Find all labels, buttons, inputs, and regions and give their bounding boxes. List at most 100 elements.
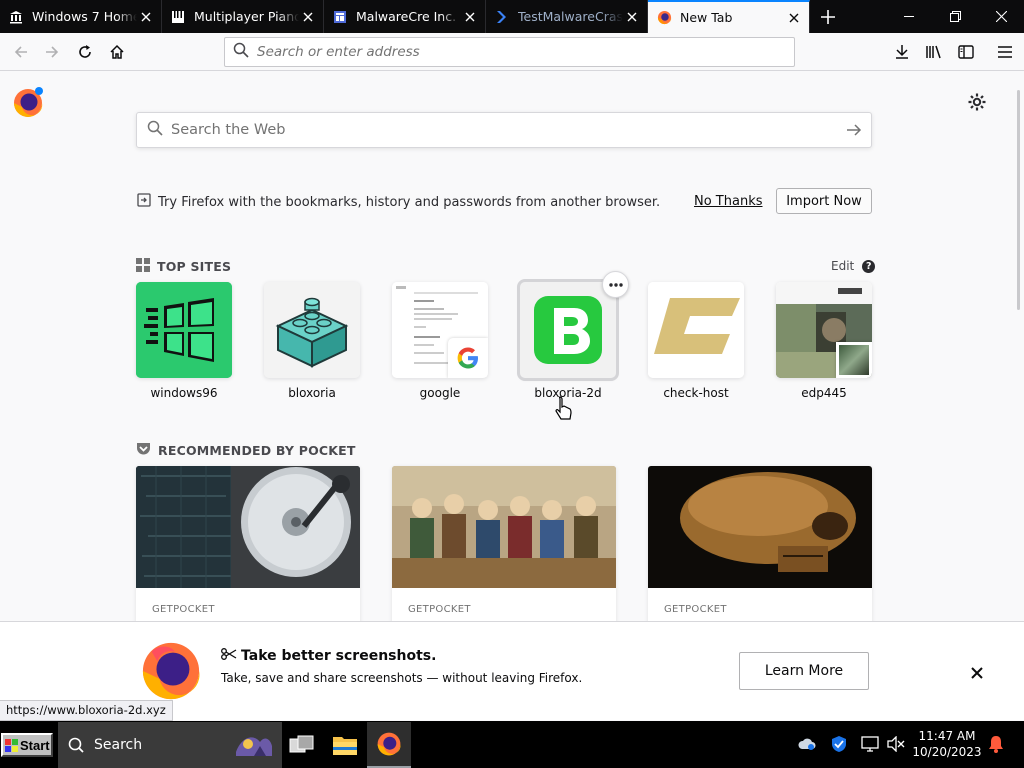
web-search-box[interactable] [136, 112, 872, 148]
top-site-google[interactable]: google [392, 282, 488, 400]
close-tab-icon[interactable] [137, 8, 155, 26]
top-site-label: edp445 [801, 386, 847, 400]
import-text: Try Firefox with the bookmarks, history … [158, 194, 661, 210]
grid-icon [136, 258, 150, 275]
hand-cursor-icon [555, 396, 573, 422]
taskbar-search-label: Search [94, 737, 143, 753]
restore-button[interactable] [932, 0, 978, 33]
edp445-favicon-image [836, 342, 872, 378]
navigation-toolbar [0, 33, 1024, 71]
piano-icon [170, 9, 186, 25]
firefox-taskbar-icon[interactable] [367, 722, 411, 768]
tab-new-tab[interactable]: New Tab [648, 0, 810, 33]
import-banner: Try Firefox with the bookmarks, history … [136, 188, 872, 216]
downloads-button[interactable] [888, 38, 916, 66]
skull-image [648, 466, 872, 588]
edit-label: Edit [831, 259, 855, 273]
tab-title: New Tab [680, 10, 733, 25]
page-icon [332, 9, 348, 25]
reload-button[interactable] [71, 38, 99, 66]
top-site-windows96[interactable]: windows96 [136, 282, 232, 400]
close-tab-icon[interactable] [623, 8, 641, 26]
google-g-icon [448, 338, 488, 378]
close-tab-icon[interactable] [299, 8, 317, 26]
hard-drive-image [136, 466, 360, 588]
snippet-text: Take, save and share screenshots — witho… [221, 671, 583, 685]
firefox-icon [656, 10, 672, 26]
top-sites-title: TOP SITES [157, 259, 232, 274]
no-thanks-link[interactable]: No Thanks [694, 194, 763, 209]
file-explorer-icon[interactable] [323, 722, 367, 768]
tab-malwarecre[interactable]: MalwareCre Inc. (b [324, 0, 486, 33]
close-window-button[interactable] [978, 0, 1024, 33]
address-bar[interactable] [224, 37, 795, 67]
home-button[interactable] [103, 38, 131, 66]
taskbar-search[interactable]: Search [58, 722, 282, 768]
volume-muted-icon[interactable] [886, 734, 906, 754]
painting-image [392, 466, 616, 588]
snippet-title-text: Take better screenshots. [241, 648, 437, 664]
top-site-edp445[interactable]: edp445 [776, 282, 872, 400]
search-icon [147, 120, 163, 140]
close-tab-icon[interactable] [785, 9, 803, 27]
top-site-check-host[interactable]: check-host [648, 282, 744, 400]
defender-shield-icon[interactable] [829, 734, 849, 754]
page-scrollbar[interactable] [1017, 90, 1020, 310]
search-icon [233, 42, 249, 62]
more-options-icon[interactable] [602, 271, 629, 298]
top-site-label: bloxoria [288, 386, 336, 400]
new-tab-button[interactable] [810, 0, 846, 33]
forward-button[interactable] [38, 38, 66, 66]
pocket-icon [136, 442, 151, 459]
import-now-button[interactable]: Import Now [776, 188, 872, 214]
card-source: GETPOCKET [408, 604, 471, 615]
back-button[interactable] [7, 38, 35, 66]
card-source: GETPOCKET [152, 604, 215, 615]
close-tab-icon[interactable] [461, 8, 479, 26]
scissors-icon [221, 647, 237, 665]
notification-bell-icon[interactable] [986, 734, 1006, 754]
search-icon [68, 737, 84, 753]
snippet-title: Take better screenshots. [221, 647, 436, 665]
help-icon[interactable]: ? [862, 259, 876, 273]
onedrive-icon[interactable] [797, 734, 817, 754]
firefox-logo-icon [140, 640, 202, 702]
taskbar-clock[interactable]: 11:47 AM 10/20/2023 [912, 728, 982, 760]
status-link-url: https://www.bloxoria-2d.xyz [0, 700, 173, 721]
tab-multiplayer-piano[interactable]: Multiplayer Piano [162, 0, 324, 33]
sidebar-toggle-button[interactable] [952, 38, 980, 66]
tab-strip: Windows 7 Home P Multiplayer Piano Malwa… [0, 0, 1024, 33]
tab-title: Multiplayer Piano [194, 9, 299, 24]
pocket-heading[interactable]: RECOMMENDED BY POCKET [136, 442, 356, 459]
import-icon [136, 192, 152, 212]
top-site-label: windows96 [150, 386, 218, 400]
tab-title: MalwareCre Inc. (b [356, 9, 461, 24]
task-view-icon[interactable] [280, 722, 324, 768]
top-site-bloxoria-2d[interactable]: bloxoria-2d [517, 279, 619, 400]
pocket-title: RECOMMENDED BY POCKET [158, 443, 356, 458]
web-search-input[interactable] [171, 122, 811, 138]
edit-top-sites-button[interactable]: Edit ? [831, 259, 876, 273]
learn-more-button[interactable]: Learn More [739, 652, 869, 690]
start-button[interactable]: Start [1, 733, 53, 757]
chevron-logo-icon [494, 9, 510, 25]
minimize-button[interactable] [886, 0, 932, 33]
check-host-thumbnail [648, 282, 744, 378]
hamburger-menu-button[interactable] [991, 38, 1019, 66]
top-site-bloxoria[interactable]: bloxoria [264, 282, 360, 400]
top-site-label: check-host [663, 386, 729, 400]
network-monitor-icon[interactable] [860, 734, 880, 754]
tab-windows7[interactable]: Windows 7 Home P [0, 0, 162, 33]
windows-flag-icon [5, 738, 18, 752]
address-input[interactable] [257, 44, 737, 60]
top-sites-heading[interactable]: TOP SITES [136, 258, 231, 275]
card-source: GETPOCKET [664, 604, 727, 615]
tab-testmalwarecrashes[interactable]: TestMalwareCrashe [486, 0, 648, 33]
close-icon[interactable] [968, 664, 986, 682]
library-button[interactable] [920, 38, 948, 66]
gear-icon[interactable] [967, 92, 987, 112]
tab-title: Windows 7 Home P [32, 9, 137, 24]
clock-time: 11:47 AM [918, 729, 976, 743]
search-go-arrow-icon[interactable] [845, 121, 863, 143]
tab-title: TestMalwareCrashe [518, 9, 623, 24]
